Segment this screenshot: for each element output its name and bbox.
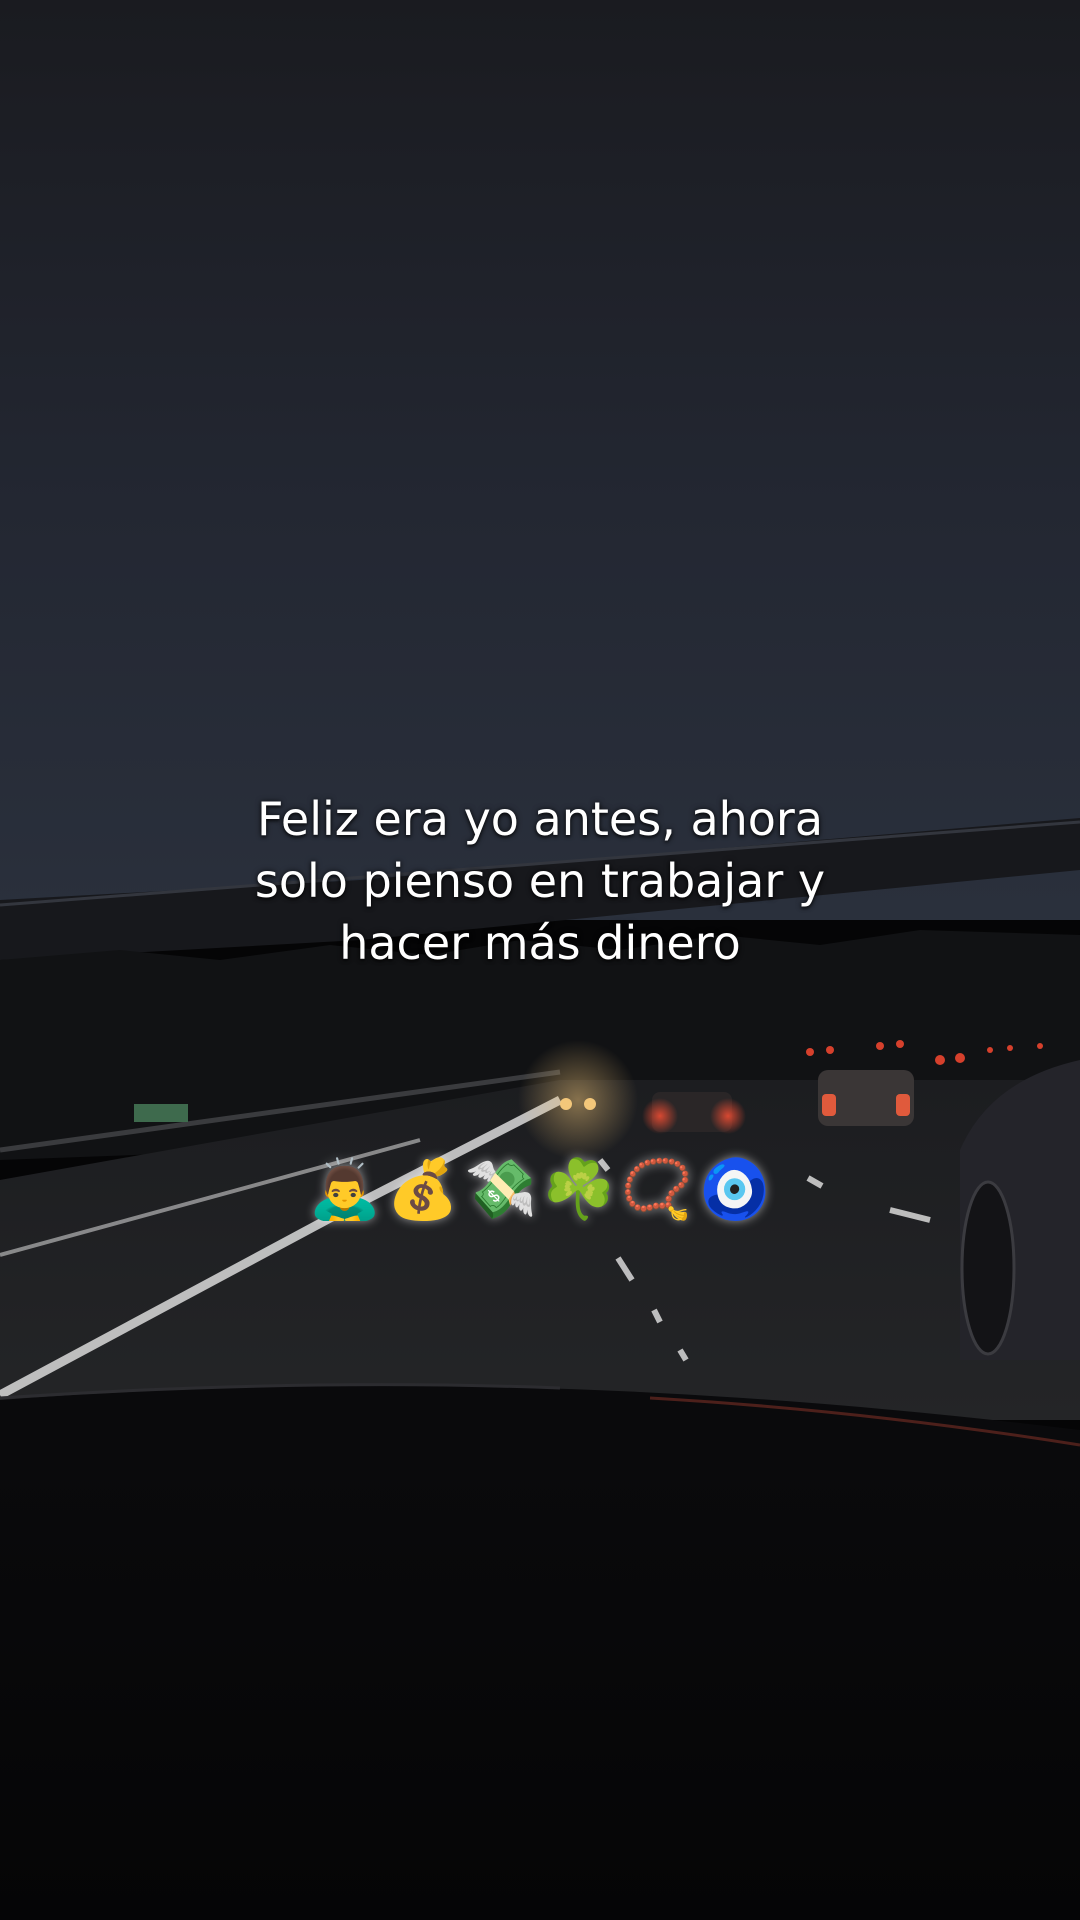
caption-line: solo pienso en trabajar y bbox=[254, 854, 826, 908]
video-frame: Feliz era yo antes, ahora solo pienso en… bbox=[0, 0, 1080, 1920]
caption-text: Feliz era yo antes, ahora solo pienso en… bbox=[0, 788, 1080, 974]
tail-light-glow bbox=[642, 1098, 678, 1134]
headlight-glow bbox=[518, 1040, 638, 1160]
emoji-row: 🙇‍♂️ 💰 💸 ☘️ 📿 🧿 bbox=[0, 1150, 1080, 1228]
headlight bbox=[560, 1098, 572, 1110]
tail-light bbox=[822, 1094, 836, 1116]
bowing-person-icon: 🙇‍♂️ bbox=[308, 1155, 382, 1223]
nazar-amulet-icon: 🧿 bbox=[698, 1155, 772, 1223]
sky bbox=[0, 0, 1080, 920]
highway-sign bbox=[134, 1104, 188, 1122]
headlight bbox=[584, 1098, 596, 1110]
caption-line: Feliz era yo antes, ahora bbox=[256, 792, 824, 846]
money-with-wings-icon: 💸 bbox=[464, 1155, 538, 1223]
prayer-beads-icon: 📿 bbox=[620, 1155, 694, 1223]
money-bag-icon: 💰 bbox=[386, 1155, 460, 1223]
tail-light bbox=[896, 1094, 910, 1116]
dashboard-fade bbox=[0, 1440, 1080, 1920]
caption-line: hacer más dinero bbox=[339, 916, 741, 970]
tail-light-glow bbox=[710, 1098, 746, 1134]
shamrock-icon: ☘️ bbox=[542, 1155, 616, 1223]
